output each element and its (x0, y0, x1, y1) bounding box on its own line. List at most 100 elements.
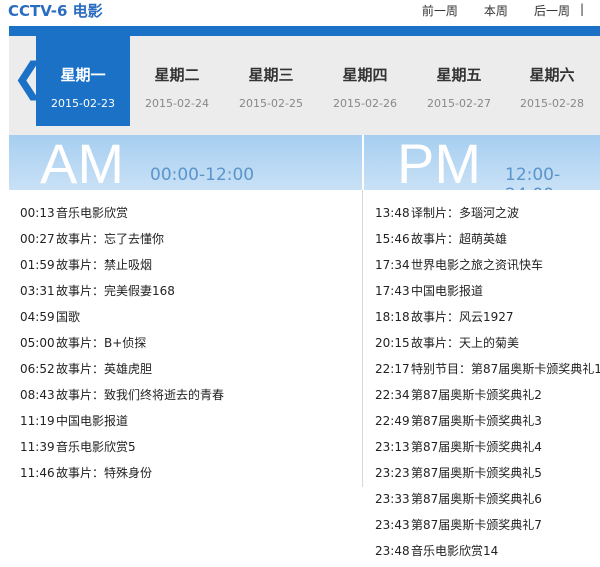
header: CCTV-6 电影 前一周 本周 后一周 | (0, 0, 600, 22)
program-item[interactable]: 05:00故事片：B+侦探 (20, 334, 224, 360)
day-tab-wednesday[interactable]: 星期三 2015-02-25 (224, 36, 318, 126)
program-title: 故事片：完美假妻168 (56, 284, 175, 298)
pm-banner: PM 12:00-24:00 (364, 135, 600, 190)
program-title: 第87届奥斯卡颁奖典礼2 (411, 388, 542, 402)
program-title: 音乐电影欣赏5 (56, 440, 136, 454)
day-tab-name: 星期一 (60, 66, 106, 84)
day-tab-name: 星期五 (436, 66, 482, 84)
program-time: 11:46 (20, 466, 55, 480)
program-title: 中国电影报道 (56, 414, 129, 428)
program-title: 故事片：B+侦探 (56, 336, 147, 350)
program-title: 故事片：天上的菊美 (411, 336, 520, 350)
program-time: 17:43 (375, 284, 410, 298)
program-item[interactable]: 17:34世界电影之旅之资讯快车 (375, 256, 600, 282)
program-item[interactable]: 04:59国歌 (20, 308, 224, 334)
day-tab-monday[interactable]: 星期一 2015-02-23 (36, 36, 130, 126)
program-item[interactable]: 23:13第87届奥斯卡颁奖典礼4 (375, 438, 600, 464)
day-tab-name: 星期三 (248, 66, 294, 84)
day-tab-name: 星期六 (529, 66, 575, 84)
program-item[interactable]: 23:33第87届奥斯卡颁奖典礼6 (375, 490, 600, 516)
day-tabs-top-bar (9, 26, 600, 36)
program-title: 故事片：特殊身份 (56, 466, 153, 480)
day-tab-saturday[interactable]: 星期六 2015-02-28 (505, 36, 599, 126)
program-item[interactable]: 11:19中国电影报道 (20, 412, 224, 438)
program-title: 特别节目：第87届奥斯卡颁奖典礼1 (411, 362, 600, 376)
program-item[interactable]: 22:17特别节目：第87届奥斯卡颁奖典礼1 (375, 360, 600, 386)
program-time: 04:59 (20, 310, 55, 324)
day-tab-name: 星期四 (342, 66, 388, 84)
program-time: 08:43 (20, 388, 55, 402)
column-divider (362, 190, 363, 487)
program-title: 译制片：多瑙河之波 (411, 206, 520, 220)
program-time: 22:34 (375, 388, 410, 402)
program-time: 20:15 (375, 336, 410, 350)
program-title: 第87届奥斯卡颁奖典礼7 (411, 518, 542, 532)
am-banner: AM 00:00-12:00 (9, 135, 362, 190)
program-title: 第87届奥斯卡颁奖典礼6 (411, 492, 542, 506)
program-time: 17:34 (375, 258, 410, 272)
program-time: 18:18 (375, 310, 410, 324)
day-tab-date: 2015-02-28 (520, 97, 584, 110)
program-item[interactable]: 13:48译制片：多瑙河之波 (375, 204, 600, 230)
program-title: 第87届奥斯卡颁奖典礼3 (411, 414, 542, 428)
program-time: 00:13 (20, 206, 55, 220)
program-item[interactable]: 11:39音乐电影欣赏5 (20, 438, 224, 464)
program-title: 故事片：超萌英雄 (411, 232, 508, 246)
pm-time-range: 12:00-24:00 (505, 165, 561, 190)
program-title: 故事片：风云1927 (411, 310, 514, 324)
program-item[interactable]: 23:23第87届奥斯卡颁奖典礼5 (375, 464, 600, 490)
program-time: 23:33 (375, 492, 410, 506)
program-item[interactable]: 08:43故事片：致我们终将逝去的青春 (20, 386, 224, 412)
program-item[interactable]: 23:43第87届奥斯卡颁奖典礼7 (375, 516, 600, 542)
program-item[interactable]: 15:46故事片：超萌英雄 (375, 230, 600, 256)
day-tab-thursday[interactable]: 星期四 2015-02-26 (318, 36, 412, 126)
am-time-range: 00:00-12:00 (150, 165, 255, 185)
program-time: 22:17 (375, 362, 410, 376)
program-time: 23:43 (375, 518, 410, 532)
program-item[interactable]: 22:49第87届奥斯卡颁奖典礼3 (375, 412, 600, 438)
program-time: 00:27 (20, 232, 55, 246)
channel-title: CCTV-6 电影 (8, 2, 103, 20)
day-tab-date: 2015-02-23 (51, 97, 115, 110)
program-item[interactable]: 11:46故事片：特殊身份 (20, 464, 224, 490)
am-label: AM (40, 135, 124, 190)
program-time: 23:23 (375, 466, 410, 480)
program-item[interactable]: 06:52故事片：英雄虎胆 (20, 360, 224, 386)
program-time: 23:13 (375, 440, 410, 454)
program-title: 故事片：致我们终将逝去的青春 (56, 388, 225, 402)
day-tab-date: 2015-02-27 (427, 97, 491, 110)
program-time: 23:48 (375, 544, 410, 558)
this-week-link[interactable]: 本周 (484, 2, 508, 19)
program-item[interactable]: 00:27故事片：忘了去懂你 (20, 230, 224, 256)
program-item[interactable]: 01:59故事片：禁止吸烟 (20, 256, 224, 282)
program-title: 第87届奥斯卡颁奖典礼4 (411, 440, 542, 454)
program-item[interactable]: 22:34第87届奥斯卡颁奖典礼2 (375, 386, 600, 412)
program-time: 22:49 (375, 414, 410, 428)
day-tab-date: 2015-02-24 (145, 97, 209, 110)
day-tab-name: 星期二 (154, 66, 200, 84)
program-item[interactable]: 03:31故事片：完美假妻168 (20, 282, 224, 308)
program-title: 世界电影之旅之资讯快车 (411, 258, 544, 272)
program-time: 03:31 (20, 284, 55, 298)
pm-program-list: 13:48译制片：多瑙河之波 15:46故事片：超萌英雄 17:34世界电影之旅… (375, 204, 600, 567)
day-tab-tuesday[interactable]: 星期二 2015-02-24 (130, 36, 224, 126)
day-tab-friday[interactable]: 星期五 2015-02-27 (412, 36, 506, 126)
prev-week-link[interactable]: 前一周 (422, 2, 458, 19)
next-week-link[interactable]: 后一周 (534, 2, 570, 19)
pm-label: PM (397, 135, 481, 190)
week-nav-separator: | (579, 2, 584, 16)
program-item[interactable]: 20:15故事片：天上的菊美 (375, 334, 600, 360)
program-title: 国歌 (56, 310, 81, 324)
program-item[interactable]: 17:43中国电影报道 (375, 282, 600, 308)
program-item[interactable]: 23:48音乐电影欣赏14 (375, 542, 600, 567)
program-time: 05:00 (20, 336, 55, 350)
program-item[interactable]: 00:13音乐电影欣赏 (20, 204, 224, 230)
day-tab-date: 2015-02-25 (239, 97, 303, 110)
program-title: 第87届奥斯卡颁奖典礼5 (411, 466, 542, 480)
program-time: 06:52 (20, 362, 55, 376)
program-item[interactable]: 18:18故事片：风云1927 (375, 308, 600, 334)
program-time: 13:48 (375, 206, 410, 220)
program-time: 11:39 (20, 440, 55, 454)
program-title: 故事片：英雄虎胆 (56, 362, 153, 376)
program-time: 11:19 (20, 414, 55, 428)
